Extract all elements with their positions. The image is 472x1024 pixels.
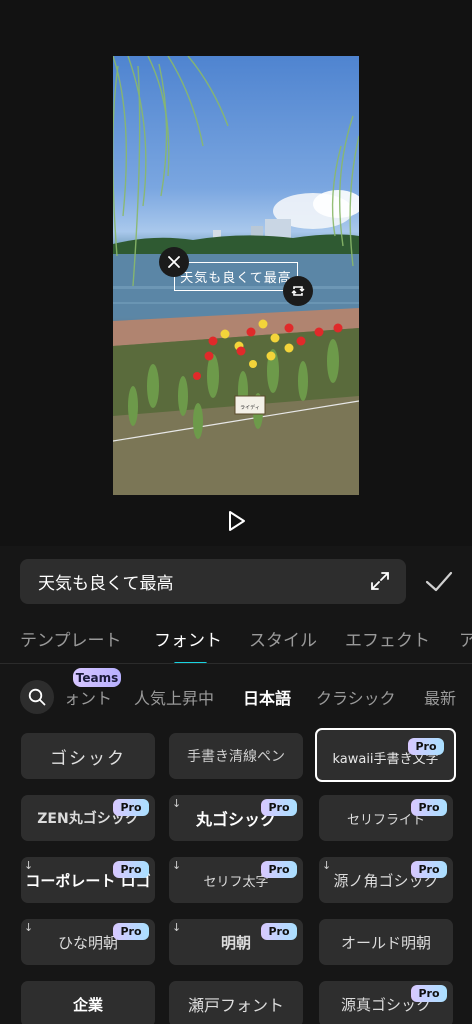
font-label: ゴシック	[50, 748, 126, 769]
tab-template[interactable]: テンプレート	[20, 626, 122, 651]
download-icon: ↓	[24, 921, 34, 934]
pro-badge: Pro	[261, 923, 297, 940]
font-tile-hina-mincho[interactable]: ↓ ひな明朝 Pro	[21, 919, 155, 965]
font-tile-genshin-gothic[interactable]: 源真ゴシック Pro	[319, 981, 453, 1024]
category-team-font[interactable]: ォント	[64, 685, 112, 709]
download-icon: ↓	[172, 921, 182, 934]
font-label: 企業	[72, 995, 103, 1014]
rotate-icon	[291, 286, 305, 296]
search-icon	[28, 688, 46, 706]
pro-badge: Pro	[411, 985, 447, 1002]
pro-badge: Pro	[411, 799, 447, 816]
tab-bar: テンプレート フォント スタイル エフェクト ア	[0, 614, 472, 664]
font-label: セリフ太字	[203, 874, 269, 890]
font-tile-old-mincho[interactable]: オールド明朝	[319, 919, 453, 965]
font-tile-handwriting-pen[interactable]: 手書き清線ペン	[169, 733, 303, 779]
font-label: 瀬戸フォント	[187, 996, 284, 1015]
photo-sign-text: ライディ	[240, 404, 260, 411]
tab-style[interactable]: スタイル	[249, 626, 317, 651]
text-overlay-label: 天気も良くて最高	[180, 271, 292, 286]
text-input-value: 天気も良くて最高	[38, 574, 174, 594]
pro-badge: Pro	[408, 738, 444, 755]
font-tile-seto-font[interactable]: 瀬戸フォント	[169, 981, 303, 1024]
expand-icon[interactable]	[370, 571, 390, 591]
download-icon: ↓	[172, 859, 182, 872]
font-tile-source-han-sans[interactable]: ↓ 源ノ角ゴシック Pro	[319, 857, 453, 903]
tab-more[interactable]: ア	[459, 626, 472, 651]
font-label: オールド明朝	[340, 933, 431, 952]
category-trending[interactable]: 人気上昇中	[134, 685, 214, 709]
category-classic[interactable]: クラシック	[316, 685, 396, 709]
teams-badge: Teams	[73, 668, 121, 687]
font-label: ひな明朝	[57, 933, 118, 952]
tab-font[interactable]: フォント	[154, 626, 222, 651]
tab-effect[interactable]: エフェクト	[345, 626, 430, 651]
font-tile-corporate-logo[interactable]: ↓ コーポレート ロゴ Pro	[21, 857, 155, 903]
play-button[interactable]	[224, 507, 250, 535]
font-tile-kawaii[interactable]: kawaii手書き文字 Pro	[315, 728, 456, 782]
font-tile-mincho[interactable]: ↓ 明朝 Pro	[169, 919, 303, 965]
font-search-button[interactable]	[20, 680, 54, 714]
pro-badge: Pro	[411, 861, 447, 878]
category-japanese[interactable]: 日本語	[243, 685, 291, 709]
font-category-bar: ォント 人気上昇中 日本語 クラシック 最新	[0, 674, 472, 716]
font-tile-serif-light[interactable]: セリフライト Pro	[319, 795, 453, 841]
font-tile-zen-maru[interactable]: ZEN丸ゴシック Pro	[21, 795, 155, 841]
confirm-check-button[interactable]	[424, 568, 454, 596]
text-input-field[interactable]: 天気も良くて最高	[20, 559, 406, 604]
pro-badge: Pro	[113, 799, 149, 816]
pro-badge: Pro	[113, 923, 149, 940]
close-icon	[168, 256, 180, 268]
font-tile-maru-gothic[interactable]: ↓ 丸ゴシック Pro	[169, 795, 303, 841]
text-overlay-box[interactable]: 天気も良くて最高	[174, 262, 298, 291]
download-icon: ↓	[322, 859, 332, 872]
download-icon: ↓	[24, 859, 34, 872]
pro-badge: Pro	[113, 861, 149, 878]
pro-badge: Pro	[261, 799, 297, 816]
font-tile-serif-bold[interactable]: ↓ セリフ太字 Pro	[169, 857, 303, 903]
tab-indicator	[174, 662, 207, 663]
rotate-scale-handle[interactable]	[283, 276, 313, 306]
video-preview: ライディ 天気も良くて最高	[0, 0, 472, 546]
delete-text-button[interactable]	[159, 247, 189, 277]
font-label: 明朝	[220, 933, 251, 952]
font-tile-gothic[interactable]: ゴシック	[21, 733, 155, 779]
download-icon: ↓	[172, 797, 182, 810]
font-tile-corporate[interactable]: 企業	[21, 981, 155, 1024]
category-latest[interactable]: 最新	[424, 685, 456, 709]
pro-badge: Pro	[261, 861, 297, 878]
font-label: 手書き清線ペン	[187, 749, 285, 765]
play-icon	[229, 511, 245, 531]
text-edit-panel: 天気も良くて最高 テンプレート フォント スタイル エフェクト ア ォント 人気…	[0, 546, 472, 1024]
